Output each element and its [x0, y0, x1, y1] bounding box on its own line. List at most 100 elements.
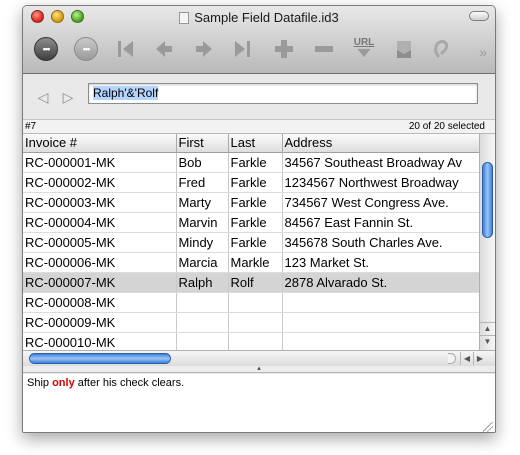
- last-name-cell[interactable]: [228, 332, 283, 350]
- address-cell[interactable]: 2878 Alvarado St.: [282, 272, 479, 293]
- first-name-cell[interactable]: [176, 332, 229, 350]
- scroll-down-arrow-icon[interactable]: ▼: [480, 335, 495, 348]
- horizontal-scroll-thumb[interactable]: [29, 353, 171, 364]
- address-cell[interactable]: 734567 West Congress Ave.: [282, 192, 479, 213]
- more-actions-icon: •••: [74, 37, 98, 61]
- delete-record-button[interactable]: [309, 34, 339, 64]
- vertical-scrollbar[interactable]: ▲ ▼: [479, 134, 495, 350]
- invoice-cell[interactable]: RC-000006-MK: [23, 252, 177, 273]
- first-name-cell[interactable]: Marty: [176, 192, 229, 213]
- invoice-cell[interactable]: RC-000001-MK: [23, 152, 177, 173]
- status-row: #7 20 of 20 selected: [23, 120, 495, 134]
- notes-field[interactable]: Ship only after his check clears.: [23, 374, 495, 432]
- table-row[interactable]: RC-000010-MK: [23, 332, 479, 350]
- find-input-selected-text: Ralph'&'Rolf: [93, 86, 159, 100]
- url-arrow-icon: [357, 48, 371, 58]
- table-row[interactable]: RC-000004-MK Marvin Farkle 84567 East Fanni…: [23, 212, 479, 233]
- invoice-cell[interactable]: RC-000005-MK: [23, 232, 177, 253]
- actions-button[interactable]: •••: [31, 34, 61, 64]
- window-title: Sample Field Datafile.id3: [23, 10, 495, 25]
- notes-text-after: after his check clears.: [74, 377, 185, 389]
- column-header-last[interactable]: Last: [228, 134, 283, 153]
- next-record-icon: [196, 41, 212, 57]
- column-header-address[interactable]: Address: [282, 134, 479, 153]
- last-name-cell[interactable]: Farkle: [228, 152, 283, 173]
- invoice-cell[interactable]: RC-000003-MK: [23, 192, 177, 213]
- scroll-left-arrow-icon[interactable]: ◀: [460, 352, 473, 365]
- table-row[interactable]: RC-000008-MK: [23, 292, 479, 313]
- invoice-cell[interactable]: RC-000007-MK: [23, 272, 177, 293]
- records-table: Invoice # First Last Address RC-000001-M…: [23, 134, 479, 350]
- more-actions-button[interactable]: •••: [71, 34, 101, 64]
- notes-text-before: Ship: [27, 377, 53, 389]
- last-name-cell[interactable]: Farkle: [228, 192, 283, 213]
- scroll-right-arrow-icon[interactable]: ▶: [473, 352, 486, 365]
- last-record-button[interactable]: [227, 34, 257, 64]
- first-name-cell[interactable]: [176, 292, 229, 313]
- table-row[interactable]: RC-000009-MK: [23, 312, 479, 333]
- last-name-cell[interactable]: Markle: [228, 252, 283, 273]
- last-name-cell[interactable]: Rolf: [228, 272, 283, 293]
- resize-grip-icon[interactable]: [483, 422, 493, 432]
- first-name-cell[interactable]: Marvin: [176, 212, 229, 233]
- invoice-cell[interactable]: RC-000002-MK: [23, 172, 177, 193]
- address-cell[interactable]: 345678 South Charles Ave.: [282, 232, 479, 253]
- address-cell[interactable]: 1234567 Northwest Broadway: [282, 172, 479, 193]
- invoice-cell[interactable]: RC-000008-MK: [23, 292, 177, 313]
- url-button[interactable]: URL: [349, 34, 379, 64]
- delete-record-icon: [315, 46, 333, 52]
- add-record-button[interactable]: [269, 34, 299, 64]
- first-name-cell[interactable]: Bob: [176, 152, 229, 173]
- first-name-cell[interactable]: Ralph: [176, 272, 229, 293]
- table-row[interactable]: RC-000003-MK Marty Farkle 734567 West Congr…: [23, 192, 479, 213]
- first-name-cell[interactable]: Fred: [176, 172, 229, 193]
- table-row[interactable]: RC-000002-MK Fred Farkle 1234567 Northwest …: [23, 172, 479, 193]
- mail-button[interactable]: [389, 34, 419, 64]
- invoice-cell[interactable]: RC-000004-MK: [23, 212, 177, 233]
- address-cell[interactable]: 123 Market St.: [282, 252, 479, 273]
- find-back-button[interactable]: ◁: [35, 88, 51, 106]
- find-input[interactable]: Ralph'&'Rolf: [88, 83, 478, 104]
- attach-button[interactable]: [427, 34, 457, 64]
- url-label: URL: [353, 37, 375, 48]
- title-bar: Sample Field Datafile.id3 ••• ••• URL »: [23, 6, 495, 74]
- horizontal-scrollbar[interactable]: ◀ ▶: [23, 350, 495, 366]
- table-row[interactable]: RC-000005-MK Mindy Farkle 345678 South Char…: [23, 232, 479, 253]
- next-record-button[interactable]: [189, 34, 219, 64]
- toolbar-toggle-button[interactable]: [469, 11, 489, 21]
- find-forward-button[interactable]: ▷: [60, 88, 76, 106]
- last-name-cell[interactable]: Farkle: [228, 232, 283, 253]
- vertical-scroll-thumb[interactable]: [482, 162, 493, 238]
- invoice-cell[interactable]: RC-000010-MK: [23, 332, 177, 350]
- record-number: #7: [25, 121, 37, 132]
- previous-record-icon: [156, 41, 172, 57]
- add-record-icon: [275, 40, 293, 58]
- scroll-up-arrow-icon[interactable]: ▲: [480, 322, 495, 335]
- first-name-cell[interactable]: [176, 312, 229, 333]
- last-name-cell[interactable]: Farkle: [228, 212, 283, 233]
- address-cell[interactable]: [282, 312, 479, 333]
- last-name-cell[interactable]: [228, 312, 283, 333]
- first-record-button[interactable]: [111, 34, 141, 64]
- first-name-cell[interactable]: Marcia: [176, 252, 229, 273]
- column-header-first[interactable]: First: [176, 134, 229, 153]
- invoice-cell[interactable]: RC-000009-MK: [23, 312, 177, 333]
- notes-highlight-text: only: [52, 377, 75, 389]
- last-name-cell[interactable]: Farkle: [228, 172, 283, 193]
- column-header-invoice[interactable]: Invoice #: [23, 134, 177, 153]
- selection-count: 20 of 20 selected: [408, 121, 485, 132]
- table-row[interactable]: RC-000001-MK Bob Farkle 34567 Southeast Bro…: [23, 152, 479, 173]
- first-name-cell[interactable]: Mindy: [176, 232, 229, 253]
- address-cell[interactable]: [282, 292, 479, 313]
- previous-record-button[interactable]: [149, 34, 179, 64]
- last-name-cell[interactable]: [228, 292, 283, 313]
- pane-splitter-handle[interactable]: ▴: [23, 365, 495, 373]
- table-row-selected[interactable]: RC-000007-MK Ralph Rolf 2878 Alvarado St.: [23, 272, 479, 293]
- address-cell[interactable]: 34567 Southeast Broadway Av: [282, 152, 479, 173]
- table-row[interactable]: RC-000006-MK Marcia Markle 123 Market St.: [23, 252, 479, 273]
- overflow-chevron-icon[interactable]: »: [479, 44, 487, 60]
- address-cell[interactable]: [282, 332, 479, 350]
- address-cell[interactable]: 84567 East Fannin St.: [282, 212, 479, 233]
- window-title-text: Sample Field Datafile.id3: [194, 10, 339, 25]
- actions-icon: •••: [34, 37, 58, 61]
